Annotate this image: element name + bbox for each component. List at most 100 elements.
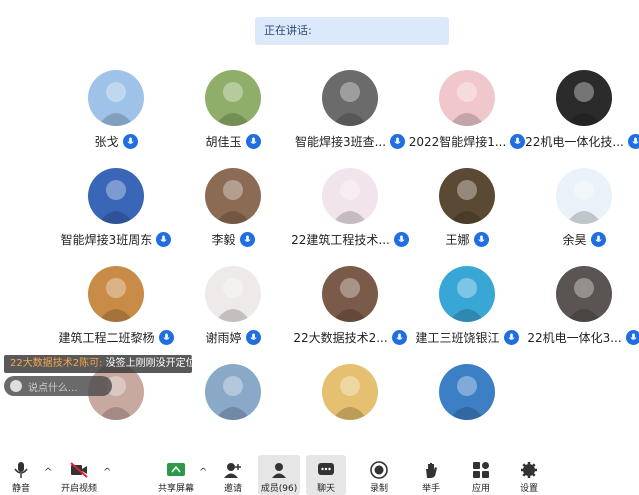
- microphone-icon: [245, 329, 261, 345]
- participant-name: 张戈: [94, 134, 119, 149]
- participant-name: 智能焊接3班周东: [60, 232, 153, 247]
- settings-button[interactable]: 设置: [514, 455, 544, 495]
- avatar: [88, 168, 144, 224]
- participant-tile[interactable]: [174, 364, 292, 459]
- share-options-chevron-icon[interactable]: ^: [199, 467, 207, 478]
- participant-tile[interactable]: 22大数据技术2...: [291, 266, 409, 361]
- participant-tile[interactable]: 2022智能焊接1...: [408, 70, 526, 165]
- participant-name-row: 2022智能焊接1...: [408, 132, 526, 150]
- participant-name: 建工三班饶银江: [415, 330, 500, 345]
- participant-name: 2022智能焊接1...: [408, 134, 507, 149]
- mute-button[interactable]: 静音: [6, 455, 36, 495]
- microphone-icon: [245, 133, 261, 149]
- share-screen-icon: [167, 463, 185, 476]
- participant-name-row: 李毅: [174, 230, 292, 248]
- participant-name-row: 22机电一体化3...: [525, 328, 639, 346]
- avatar: [439, 364, 495, 420]
- microphone-icon: [122, 133, 138, 149]
- participant-name: 王娜: [445, 232, 470, 247]
- video-button[interactable]: 开启视频: [60, 455, 98, 495]
- microphone-icon: [156, 231, 172, 247]
- participant-name-row: 智能焊接3班周东: [57, 230, 175, 248]
- avatar: [439, 266, 495, 322]
- avatar: [439, 70, 495, 126]
- avatar: [205, 168, 261, 224]
- chat-toast[interactable]: 22大数据技术2陈可: 没签上刚刚没开定位: [4, 355, 192, 373]
- raise-hand-button[interactable]: 举手: [416, 455, 446, 495]
- share-screen-label: 共享屏幕: [157, 484, 194, 494]
- raise-hand-label: 举手: [421, 484, 440, 494]
- participant-name: 智能焊接3班查...: [294, 134, 387, 149]
- participant-tile[interactable]: 李毅: [174, 168, 292, 263]
- participant-tile[interactable]: 建筑工程二班黎杨: [57, 266, 175, 361]
- participant-tile[interactable]: 胡佳玉: [174, 70, 292, 165]
- video-label: 开启视频: [60, 484, 97, 494]
- participant-name-row: 建工三班饶银江: [408, 328, 526, 346]
- chat-placeholder: 说点什么...: [28, 382, 78, 394]
- avatar: [322, 70, 378, 126]
- participant-name-row: 22机电一体化技...: [525, 132, 639, 150]
- participant-tile[interactable]: 建工三班饶银江: [408, 266, 526, 361]
- avatar: [322, 364, 378, 420]
- participant-tile[interactable]: [291, 364, 409, 459]
- participant-tile[interactable]: 王娜: [408, 168, 526, 263]
- apps-button[interactable]: 应用: [466, 455, 496, 495]
- participant-name: 22建筑工程技术...: [291, 232, 390, 247]
- microphone-icon: [390, 133, 406, 149]
- participant-tile[interactable]: 余昊: [525, 168, 639, 263]
- participant-tile[interactable]: [408, 364, 526, 459]
- video-options-chevron-icon[interactable]: ^: [103, 467, 111, 478]
- chat-button[interactable]: 聊天: [306, 455, 346, 495]
- microphone-icon: [473, 231, 489, 247]
- microphone-icon: [393, 231, 409, 247]
- meeting-toolbar: 静音 ^ 开启视频 ^ 共享屏幕 ^ 邀请 成员(96) 聊天 录制 举手 应用…: [0, 455, 639, 495]
- microphone-icon: [510, 133, 526, 149]
- share-screen-button[interactable]: 共享屏幕: [156, 455, 196, 495]
- record-icon: [370, 461, 388, 479]
- participant-tile[interactable]: 智能焊接3班周东: [57, 168, 175, 263]
- apps-label: 应用: [471, 484, 490, 494]
- participant-name: 胡佳玉: [205, 134, 242, 149]
- participant-name: 谢雨婷: [205, 330, 242, 345]
- participant-name-row: 张戈: [57, 132, 175, 150]
- invite-button[interactable]: 邀请: [218, 455, 248, 495]
- members-button[interactable]: 成员(96): [258, 455, 300, 495]
- avatar: [88, 266, 144, 322]
- participant-tile[interactable]: 智能焊接3班查...: [291, 70, 409, 165]
- participant-tile[interactable]: 张戈: [57, 70, 175, 165]
- participant-name-row: 智能焊接3班查...: [291, 132, 409, 150]
- add-user-icon: [224, 463, 241, 478]
- avatar: [322, 168, 378, 224]
- participant-name: 22机电一体化技...: [525, 134, 624, 149]
- emoji-icon[interactable]: [10, 380, 22, 392]
- microphone-icon: [625, 329, 639, 345]
- mute-label: 静音: [11, 484, 30, 494]
- video-off-icon: [70, 462, 88, 478]
- microphone-icon: [391, 329, 407, 345]
- members-label: 成员(96): [260, 484, 298, 494]
- apps-icon: [473, 462, 489, 478]
- settings-label: 设置: [519, 484, 538, 494]
- members-icon: [272, 463, 286, 478]
- participant-name-row: 胡佳玉: [174, 132, 292, 150]
- avatar: [322, 266, 378, 322]
- participant-tile[interactable]: 22机电一体化3...: [525, 266, 639, 361]
- chat-bubble-icon: [318, 463, 334, 475]
- microphone-icon: [239, 231, 255, 247]
- gear-icon: [521, 462, 537, 478]
- participant-name-row: 22建筑工程技术...: [291, 230, 409, 248]
- microphone-icon: [14, 462, 28, 478]
- microphone-icon: [627, 133, 639, 149]
- chat-message: 没签上刚刚没开定位: [105, 358, 192, 369]
- avatar: [556, 168, 612, 224]
- microphone-icon: [158, 329, 174, 345]
- participant-tile[interactable]: 22建筑工程技术...: [291, 168, 409, 263]
- chat-input[interactable]: 说点什么...: [4, 376, 112, 396]
- participant-name: 22大数据技术2...: [293, 330, 388, 345]
- participant-tile[interactable]: 谢雨婷: [174, 266, 292, 361]
- participant-tile[interactable]: 22机电一体化技...: [525, 70, 639, 165]
- avatar: [205, 266, 261, 322]
- chat-sender: 22大数据技术2陈可:: [10, 358, 103, 369]
- mute-options-chevron-icon[interactable]: ^: [44, 467, 52, 478]
- record-button[interactable]: 录制: [364, 455, 394, 495]
